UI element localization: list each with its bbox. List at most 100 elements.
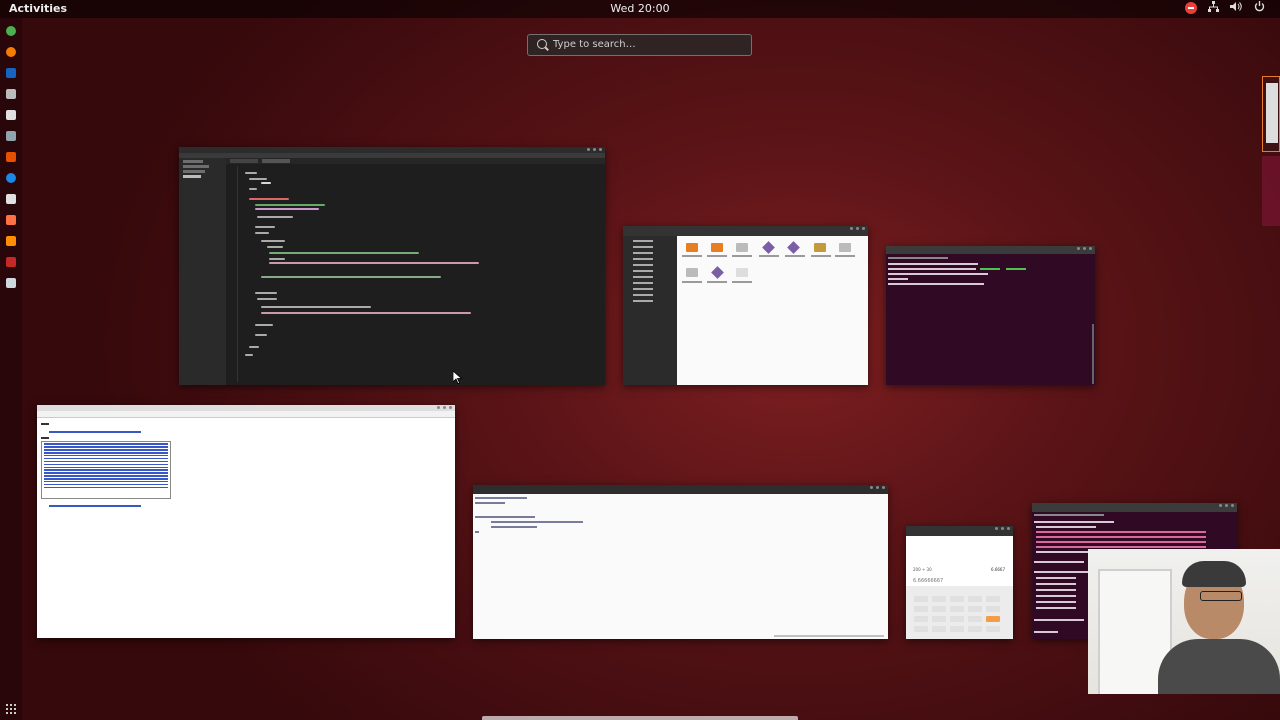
power-icon[interactable] xyxy=(1252,1,1266,15)
code-line xyxy=(475,497,527,499)
window-terminal-1[interactable] xyxy=(886,246,1095,385)
workspace-thumbnail-2[interactable] xyxy=(1262,156,1280,226)
ubuntu-software-icon[interactable] xyxy=(6,215,16,225)
file-icon[interactable] xyxy=(711,266,724,279)
window-titlebar xyxy=(906,526,1013,536)
presenter-shirt xyxy=(1158,639,1280,694)
window-web-browser[interactable] xyxy=(37,405,455,638)
volume-icon[interactable] xyxy=(1229,1,1243,15)
help-icon[interactable] xyxy=(6,173,16,183)
calculator-key[interactable] xyxy=(968,626,982,632)
calculator-key[interactable] xyxy=(950,606,964,612)
pagination-links[interactable] xyxy=(49,431,141,433)
calculator-key[interactable] xyxy=(986,596,1000,602)
text-editor-icon[interactable] xyxy=(6,110,16,120)
file-label xyxy=(732,255,752,257)
clock-button[interactable]: Wed 20:00 xyxy=(610,2,669,15)
window-sublime-text[interactable] xyxy=(179,147,605,385)
page-text xyxy=(41,437,49,439)
data-table xyxy=(41,441,171,499)
file-label xyxy=(732,281,752,283)
webcam-overlay xyxy=(1088,549,1280,694)
tab-bar xyxy=(226,158,605,164)
file-label xyxy=(707,255,727,257)
search-icon xyxy=(537,39,547,49)
folder-icon[interactable] xyxy=(686,243,698,252)
window-files[interactable] xyxy=(623,226,868,385)
terminal-menu xyxy=(1034,514,1104,516)
window-controls xyxy=(1219,504,1234,507)
sublime-icon[interactable] xyxy=(6,131,16,141)
code-line xyxy=(475,502,505,504)
code-line xyxy=(475,516,535,518)
calculator-result: 6.66666667 xyxy=(913,578,944,584)
file-icon[interactable] xyxy=(762,241,775,254)
calculator-key[interactable] xyxy=(932,616,946,622)
calculator-key[interactable] xyxy=(914,596,928,602)
calculator-key[interactable] xyxy=(932,606,946,612)
calculator-key[interactable] xyxy=(950,596,964,602)
calculator-key[interactable] xyxy=(932,596,946,602)
window-sql-editor[interactable] xyxy=(473,485,888,639)
sublime-text-icon[interactable] xyxy=(6,257,16,267)
calculator-key[interactable] xyxy=(914,606,928,612)
page-text xyxy=(41,423,49,425)
mouse-cursor-icon xyxy=(452,369,463,388)
folder-sidebar xyxy=(179,158,226,385)
calculator-key[interactable] xyxy=(932,626,946,632)
calculator-icon[interactable] xyxy=(6,236,16,246)
scrollbar[interactable] xyxy=(1092,324,1094,384)
terminal-line xyxy=(1036,595,1076,597)
clock-area: Wed 20:00 xyxy=(0,2,1280,15)
folder-icon[interactable] xyxy=(736,268,748,277)
window-calculator[interactable]: 200 ÷ 30 6.6667 6.66666667 xyxy=(906,526,1013,639)
terminal-line xyxy=(1006,268,1026,270)
terminal-icon[interactable] xyxy=(6,68,16,78)
terminal-line xyxy=(1034,631,1058,633)
dock xyxy=(0,18,22,720)
terminal-line xyxy=(888,283,984,285)
terminal-line xyxy=(888,273,988,275)
calculator-display: 200 ÷ 30 6.6667 6.66666667 xyxy=(906,536,1013,586)
calculator-result-top: 6.6667 xyxy=(991,567,1005,572)
show-applications-icon[interactable] xyxy=(6,704,16,714)
calculator-key[interactable] xyxy=(968,616,982,622)
mysql-workbench-icon[interactable] xyxy=(6,278,16,288)
pagination-links[interactable] xyxy=(49,505,141,507)
firefox-icon[interactable] xyxy=(6,47,16,57)
window-titlebar xyxy=(623,226,868,236)
activities-button[interactable]: Activities xyxy=(9,2,67,15)
files-icon[interactable] xyxy=(6,89,16,99)
folder-icon[interactable] xyxy=(839,243,851,252)
places-sidebar xyxy=(623,236,677,385)
folder-icon[interactable] xyxy=(686,268,698,277)
calculator-key[interactable] xyxy=(986,616,1000,622)
folder-icon[interactable] xyxy=(736,243,748,252)
calculator-key[interactable] xyxy=(914,626,928,632)
address-bar[interactable] xyxy=(37,411,455,418)
file-label xyxy=(707,281,727,283)
network-icon[interactable] xyxy=(1206,1,1220,15)
folder-icon[interactable] xyxy=(814,243,826,252)
terminal-line xyxy=(1036,607,1076,609)
software-icon[interactable] xyxy=(6,194,16,204)
terminal-line xyxy=(1036,577,1076,579)
calculator-key[interactable] xyxy=(986,626,1000,632)
calculator-key[interactable] xyxy=(968,606,982,612)
notification-blocked-icon[interactable] xyxy=(1185,2,1197,14)
window-controls xyxy=(587,148,602,151)
file-icon[interactable] xyxy=(787,241,800,254)
calculator-key[interactable] xyxy=(986,606,1000,612)
terminal-line xyxy=(888,263,978,265)
calculator-key[interactable] xyxy=(950,626,964,632)
folder-icon[interactable] xyxy=(711,243,723,252)
calculator-key[interactable] xyxy=(950,616,964,622)
calculator-key[interactable] xyxy=(914,616,928,622)
workspace-thumbnail-1[interactable] xyxy=(1262,76,1280,152)
calculator-key[interactable] xyxy=(968,596,982,602)
file-label xyxy=(759,255,779,257)
terminal-line xyxy=(1036,551,1096,553)
chrome-icon[interactable] xyxy=(6,26,16,36)
search-field[interactable]: Type to search… xyxy=(527,34,752,56)
settings-icon[interactable] xyxy=(6,152,16,162)
